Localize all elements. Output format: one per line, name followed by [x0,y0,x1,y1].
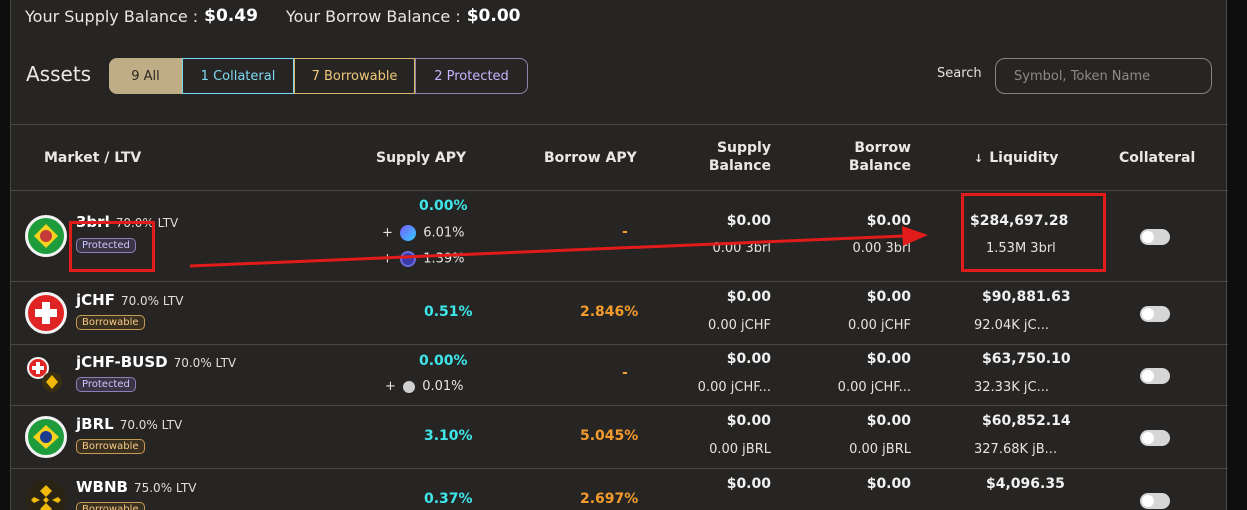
annotation-arrow [189,226,928,268]
